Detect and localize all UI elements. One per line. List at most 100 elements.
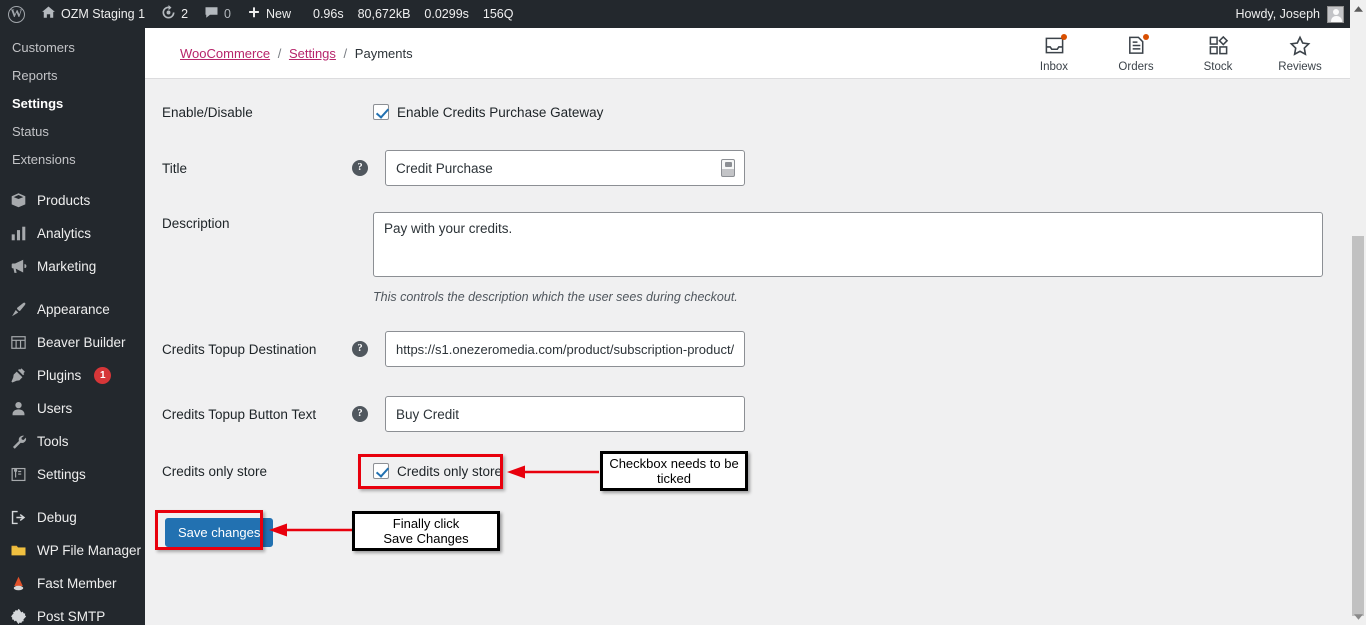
sidebar-item-post-smtp[interactable]: Post SMTP [0,600,145,625]
appearance-brush-icon [9,300,28,319]
sidebar-item-label: Post SMTP [37,608,106,624]
breadcrumb: WooCommerce / Settings / Payments [180,46,413,61]
help-tip-icon[interactable]: ? [352,406,368,422]
description-textarea[interactable] [373,212,1323,277]
sidebar-item-label: Fast Member [37,575,117,591]
breadcrumb-separator: / [343,45,348,61]
title-input[interactable] [385,150,745,186]
orders-document-icon [1108,33,1164,58]
field-label-topup-destination: Credits Topup Destination [162,341,317,357]
sidebar-item-debug[interactable]: Debug [0,501,145,534]
help-tip-icon[interactable]: ? [352,341,368,357]
analytics-bars-icon [9,224,28,243]
field-label-credits-only: Credits only store [162,463,268,479]
new-content-menu[interactable]: New [239,0,299,28]
sidebar-submenu-woocommerce: Customers Reports Settings Status Extens… [0,34,145,174]
sidebar-divider [0,174,145,184]
admin-bar: W OZM Staging 1 2 0 New 0.96s 80,672kB 0… [0,0,1350,28]
header-tool-reviews[interactable]: Reviews [1272,34,1328,73]
payment-gateway-settings-form: Enable/Disable Enable Credits Purchase G… [145,79,1350,625]
metric-load-time: 0.96s [313,7,344,21]
sidebar-item-label: Debug [37,509,77,525]
enable-gateway-checkbox-label: Enable Credits Purchase Gateway [397,104,604,120]
comments-menu[interactable]: 0 [196,0,239,28]
howdy-label: Howdy, Joseph [1235,7,1320,21]
products-box-icon [9,191,28,210]
highlight-box-save-button [155,510,263,550]
page-scrollbar[interactable] [1350,0,1366,625]
updates-icon [161,5,176,23]
description-help-text: This controls the description which the … [373,290,738,304]
beaver-builder-grid-icon [9,333,28,352]
sidebar-item-label: Status [12,124,49,139]
field-row-title: Title ? [162,150,902,186]
field-row-topup-destination: Credits Topup Destination ? [162,331,902,367]
sidebar-item-label: Plugins [37,367,82,383]
sidebar-item-extensions[interactable]: Extensions [0,146,145,174]
sidebar-item-analytics[interactable]: Analytics [0,217,145,250]
inbox-tray-icon [1026,33,1082,58]
sidebar-item-wp-file-manager[interactable]: WP File Manager [0,534,145,567]
site-name-menu[interactable]: OZM Staging 1 [33,0,153,28]
header-tool-orders[interactable]: Orders [1108,33,1164,73]
sidebar-divider [0,283,145,293]
settings-sliders-icon [9,465,28,484]
sidebar-item-fast-member[interactable]: Fast Member [0,567,145,600]
enable-gateway-checkbox[interactable] [373,104,389,120]
account-menu[interactable]: Howdy, Joseph [1235,5,1350,23]
breadcrumb-link-settings[interactable]: Settings [289,46,336,61]
topup-destination-input[interactable] [385,331,745,367]
field-row-topup-button-text: Credits Topup Button Text ? [162,396,902,432]
sidebar-item-status[interactable]: Status [0,118,145,146]
sidebar-item-appearance[interactable]: Appearance [0,293,145,326]
sidebar-item-tools[interactable]: Tools [0,425,145,458]
marketing-megaphone-icon [9,257,28,276]
header-tool-label: Inbox [1039,60,1069,73]
breadcrumb-link-woocommerce[interactable]: WooCommerce [180,46,270,61]
metric-query-count: 156Q [482,7,514,21]
sidebar-item-label: Extensions [12,152,76,167]
site-name-label: OZM Staging 1 [61,7,146,21]
wordpress-logo-icon: W [8,5,25,23]
breadcrumb-separator: / [277,45,282,61]
sidebar-item-label: Users [37,400,73,416]
header-tool-stock[interactable]: Stock [1190,34,1246,73]
scroll-down-arrow-icon[interactable] [1350,608,1366,625]
scroll-up-arrow-icon[interactable] [1350,0,1366,17]
home-icon [41,5,56,23]
sidebar-item-plugins[interactable]: Plugins 1 [0,359,145,392]
sidebar-item-products[interactable]: Products [0,184,145,217]
sidebar-item-label: Products [37,192,91,208]
sidebar-item-settings[interactable]: Settings [0,458,145,491]
help-tip-icon[interactable]: ? [352,160,368,176]
sidebar-item-settings-wc[interactable]: Settings [0,90,145,118]
sidebar-item-label: WP File Manager [37,542,142,558]
field-label-description: Description [162,216,230,231]
sidebar-item-beaver-builder[interactable]: Beaver Builder [0,326,145,359]
sidebar-item-label: Tools [37,433,69,449]
sidebar-item-users[interactable]: Users [0,392,145,425]
breadcrumb-current: Payments [354,45,413,61]
sidebar-item-marketing[interactable]: Marketing [0,250,145,283]
field-row-description: Description This controls the descriptio… [162,212,1342,304]
field-label-title: Title [162,160,188,176]
reviews-star-icon [1272,34,1328,58]
stock-shapes-icon [1190,34,1246,58]
folder-icon [9,541,28,560]
autofill-icon[interactable] [721,159,735,177]
header-tool-inbox[interactable]: Inbox [1026,33,1082,73]
updates-menu[interactable]: 2 [153,0,196,28]
sidebar-item-reports[interactable]: Reports [0,62,145,90]
enable-checkbox-wrapper[interactable]: Enable Credits Purchase Gateway [373,104,603,120]
comments-count: 0 [224,7,231,21]
updates-count: 2 [181,7,189,21]
topup-button-text-input[interactable] [385,396,745,432]
scrollbar-thumb[interactable] [1352,236,1364,616]
sidebar-item-label: Settings [37,466,86,482]
plus-icon [247,6,261,23]
sidebar-divider [0,491,145,501]
sidebar-item-label: Marketing [37,258,97,274]
sidebar-item-customers[interactable]: Customers [0,34,145,62]
plugins-plug-icon [9,366,28,385]
wp-logo-menu[interactable]: W [0,0,33,28]
